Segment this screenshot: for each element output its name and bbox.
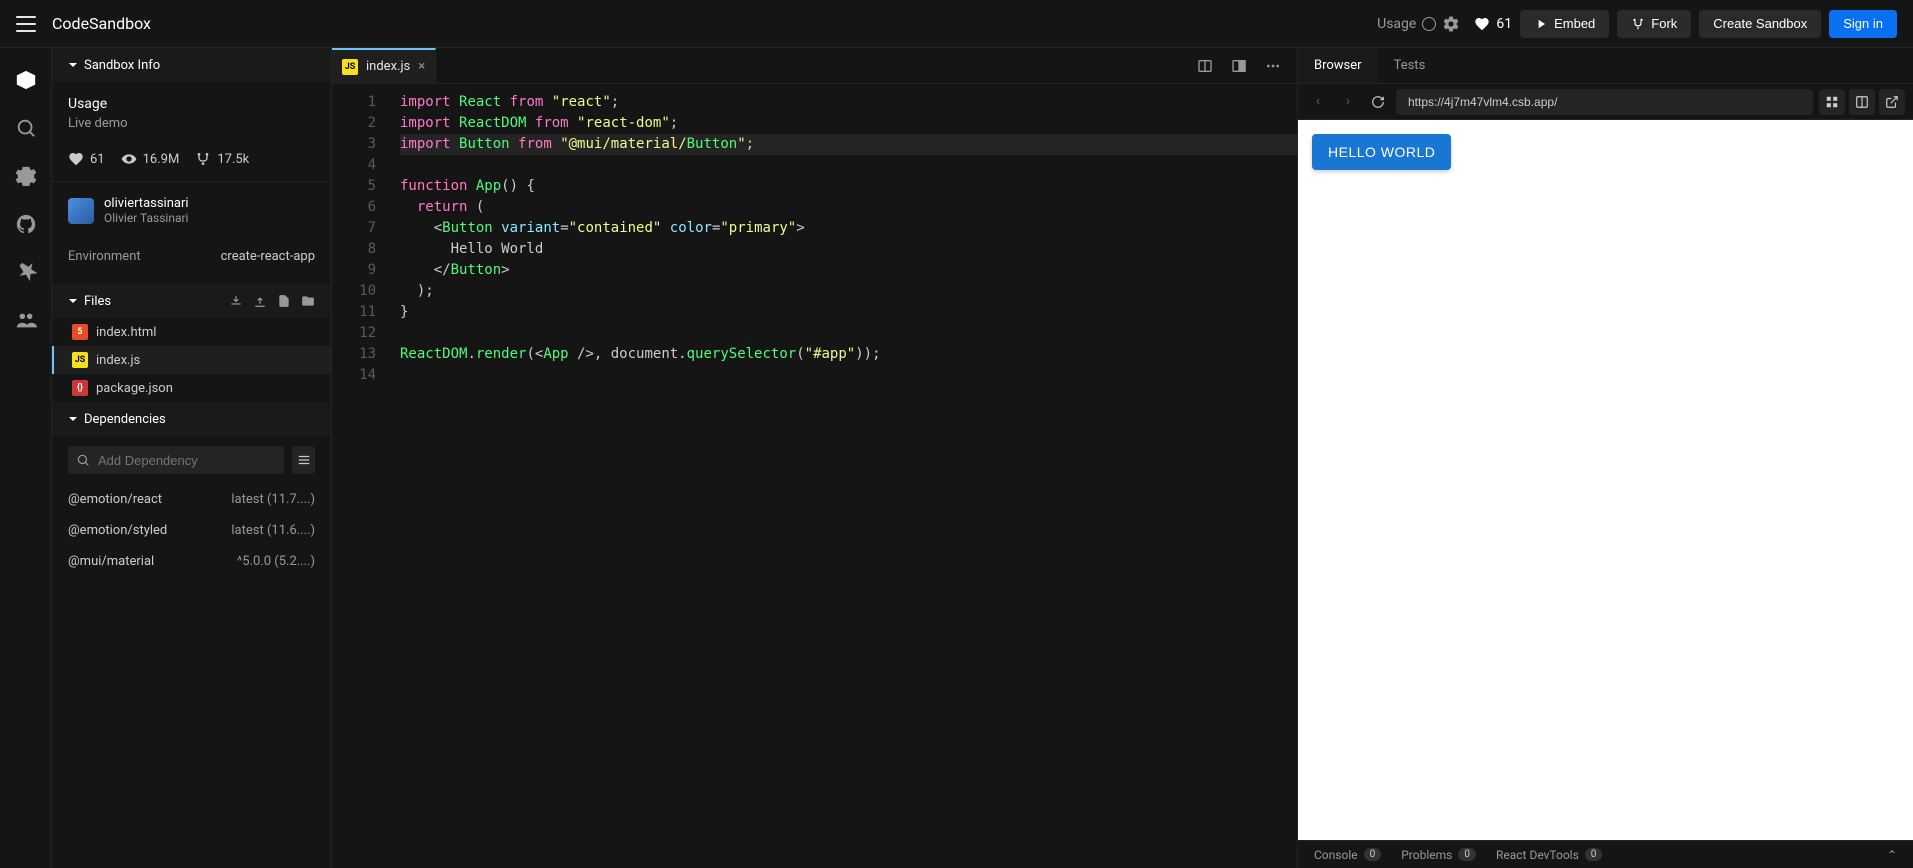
dependency-name: @emotion/styled [68,523,167,538]
environment-label: Environment [68,249,141,264]
dependency-version: latest (11.7....) [231,492,315,507]
header: CodeSandbox Usage 61 Embed Fork [0,0,1913,48]
search-icon [76,453,90,467]
dependency-name: @emotion/react [68,492,162,507]
js-file-icon: JS [72,352,88,368]
sandbox-info-header[interactable]: Sandbox Info [52,48,331,82]
nav-reload-icon[interactable] [1366,90,1390,114]
sign-in-button[interactable]: Sign in [1829,10,1897,38]
file-item[interactable]: {} package.json [52,374,331,402]
preview-view-icon[interactable] [1225,52,1253,80]
preferences-icon[interactable] [1436,9,1466,39]
activity-github-icon[interactable] [6,204,46,244]
heart-icon [68,151,84,167]
preview-tab-browser[interactable]: Browser [1298,48,1378,83]
file-name: package.json [96,381,173,396]
menu-icon[interactable] [16,16,36,32]
dependency-item[interactable]: @emotion/styled latest (11.6....) [52,515,331,546]
editor-pane: JS index.js × 1234567891011121314 import… [332,48,1297,868]
devtools-console[interactable]: Console0 [1314,848,1381,862]
heart-icon [1474,16,1490,32]
file-name: index.js [96,353,140,368]
file-item[interactable]: 5 index.html [52,318,331,346]
preview-tab-tests[interactable]: Tests [1378,48,1442,83]
dependency-version: latest (11.6....) [231,523,315,538]
embed-button[interactable]: Embed [1520,10,1609,38]
nav-back-icon[interactable]: ‹ [1306,90,1330,114]
more-icon[interactable] [1259,52,1287,80]
stat-likes: 61 [68,151,105,167]
file-name: index.html [96,325,156,340]
brand-title: CodeSandbox [52,14,151,33]
avatar [68,198,94,224]
upload-icon[interactable] [253,294,267,308]
embed-icon [1534,17,1548,31]
dependency-menu-button[interactable] [292,446,315,474]
new-window-icon[interactable] [1849,89,1875,115]
download-icon[interactable] [229,294,243,308]
activity-live-icon[interactable] [6,300,46,340]
stats-row: 61 16.9M 17.5k [52,141,331,182]
chevron-up-icon[interactable]: ⌃ [1887,848,1897,862]
activity-search-icon[interactable] [6,108,46,148]
chevron-down-icon [68,296,78,306]
stat-forks: 17.5k [195,151,249,167]
owner-username: oliviertassinari [104,196,189,211]
activity-settings-icon[interactable] [6,156,46,196]
devtools-bar: Console0 Problems0 React DevTools0 ⌃ [1298,840,1913,868]
json-file-icon: {} [72,380,88,396]
html-file-icon: 5 [72,324,88,340]
globe-icon [1422,17,1436,31]
eye-icon [121,151,137,167]
file-item[interactable]: JS index.js [52,346,331,374]
dependency-search-input[interactable] [68,446,284,474]
dependency-item[interactable]: @emotion/react latest (11.7....) [52,484,331,515]
fork-icon [195,151,211,167]
js-file-icon: JS [342,59,358,75]
dependency-name: @mui/material [68,554,154,569]
preview-pane: Browser Tests ‹ › HELLO WORLD [1297,48,1913,868]
preview-frame: HELLO WORLD [1298,120,1913,840]
new-folder-icon[interactable] [301,294,315,308]
code-editor[interactable]: 1234567891011121314 import React from "r… [332,84,1297,868]
dependency-version: ^5.0.0 (5.2....) [237,554,315,569]
owner-row[interactable]: oliviertassinari Olivier Tassinari [52,182,331,239]
files-header[interactable]: Files [52,284,331,318]
hello-world-button[interactable]: HELLO WORLD [1312,134,1451,170]
activity-info-icon[interactable] [6,60,46,100]
menu-lines-icon [297,453,311,467]
structure-icon[interactable] [1819,89,1845,115]
nav-forward-icon[interactable]: › [1336,90,1360,114]
environment-value[interactable]: create-react-app [221,249,315,264]
activity-deploy-icon[interactable] [6,252,46,292]
sandbox-description: Live demo [68,116,315,131]
sandbox-title-center[interactable]: Usage [1377,16,1436,32]
tabs-bar: JS index.js × [332,48,1297,84]
chevron-down-icon [68,414,78,424]
devtools-react[interactable]: React DevTools0 [1496,848,1602,862]
open-external-icon[interactable] [1879,89,1905,115]
sandbox-name: Usage [68,96,315,112]
create-sandbox-button[interactable]: Create Sandbox [1699,10,1821,38]
dependencies-header[interactable]: Dependencies [52,402,331,436]
url-input[interactable] [1396,89,1813,115]
activity-bar [0,48,52,868]
stat-views: 16.9M [121,151,180,167]
fork-button[interactable]: Fork [1617,10,1691,38]
devtools-problems[interactable]: Problems0 [1401,848,1476,862]
sidebar: Sandbox Info Usage Live demo 61 16.9M 17… [52,48,332,868]
owner-fullname: Olivier Tassinari [104,211,189,225]
fork-icon [1631,17,1645,31]
chevron-down-icon [68,60,78,70]
split-view-icon[interactable] [1191,52,1219,80]
likes-count-header[interactable]: 61 [1474,16,1512,32]
dependency-item[interactable]: @mui/material ^5.0.0 (5.2....) [52,546,331,577]
new-file-icon[interactable] [277,294,291,308]
close-icon[interactable]: × [418,59,425,74]
tab-index-js[interactable]: JS index.js × [332,48,436,84]
